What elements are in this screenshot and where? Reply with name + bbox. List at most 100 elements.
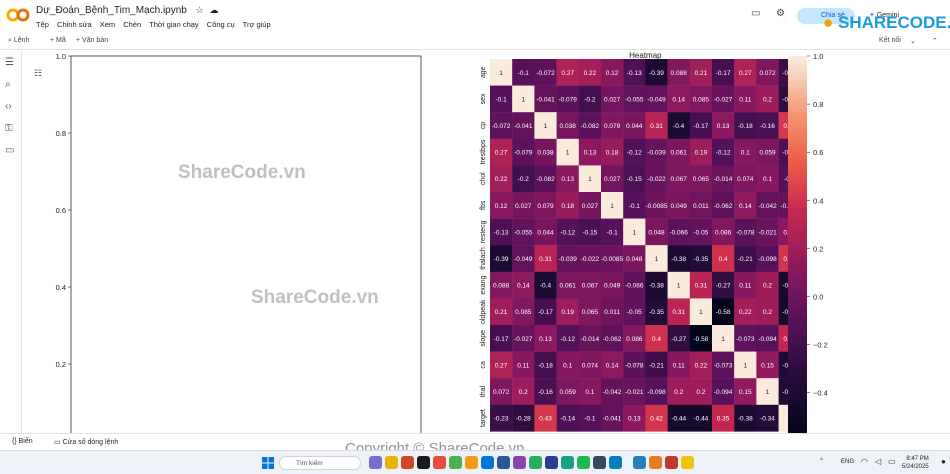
heatmap-cell-label: 0.27 [739,70,752,77]
app-icon-17[interactable] [633,456,646,469]
app-icon-12[interactable] [545,456,558,469]
colorbar-segment [788,109,807,114]
app-icon-11[interactable] [529,456,542,469]
colorbar-segment [788,348,807,353]
menu-item-edit[interactable]: Chỉnh sửa [57,20,92,29]
taskbar-search[interactable]: Tìm kiếm [279,456,361,470]
comment-icon[interactable]: ▭ [751,8,760,19]
heatmap-cell-label: -0.1 [584,416,596,423]
heatmap-cell-label: -0.39 [494,256,509,263]
heatmap-cell-label: 0.13 [561,176,574,183]
colorbar-segment [788,196,807,201]
menu-item-help[interactable]: Trợ giúp [243,20,271,29]
colorbar-segment [788,223,807,228]
app-icon-15[interactable] [593,456,606,469]
language-indicator[interactable]: ENG [841,459,854,465]
task-view-icon[interactable] [369,456,382,469]
chevron-up-icon[interactable]: ⌃ [932,37,938,45]
output-actions-icon[interactable]: ☷ [34,68,42,79]
heatmap-cell-label: -0.049 [514,256,533,263]
volume-icon[interactable]: ◁ [875,457,881,466]
chevron-down-icon[interactable]: ⌄ [910,37,916,45]
table-of-contents-icon[interactable]: ☰ [5,57,14,68]
file-explorer-icon[interactable] [385,456,398,469]
colorbar-segment [788,390,807,395]
heatmap-cell-label: -0.2 [518,176,530,183]
menu-item-insert[interactable]: Chèn [123,20,141,29]
cloud-icon[interactable]: ☁ [210,5,219,15]
chevron-up-tray-icon[interactable]: ^ [820,458,823,464]
heatmap-cell-label: 0.038 [560,123,577,130]
code-snippets-icon[interactable]: ‹› [5,101,12,112]
notebook-title[interactable]: Dự_Đoán_Bệnh_Tim_Mạch.ipynb [36,5,187,16]
files-folder-icon[interactable]: ▭ [5,145,14,156]
heatmap-cell-label: -0.094 [714,389,733,396]
connect-button[interactable]: Kết nối [879,37,901,44]
heatmap-cell-label: 0.15 [761,362,774,369]
heatmap-cell-label: -0.38 [671,256,686,263]
app-icon-19[interactable] [665,456,678,469]
app-icon-6[interactable] [449,456,462,469]
colorbar-segment [788,344,807,350]
app-icon-16[interactable] [609,456,622,469]
heatmap-cell-label: -0.027 [714,96,733,103]
app-icon-20[interactable] [681,456,694,469]
command-palette-button[interactable]: ⌕ Lệnh [8,37,29,45]
menu-bar: Tệp Chỉnh sửa Xem Chèn Thời gian chạy Cô… [36,20,277,29]
heatmap-row-label: thal [480,385,487,397]
app-icon-9[interactable] [497,456,510,469]
heatmap-cell-label: -0.022 [581,256,600,263]
secrets-key-icon[interactable]: ⚿ [5,123,13,134]
heatmap-cell-label: 0.14 [739,203,752,210]
colorbar-segment [788,105,807,110]
menu-item-file[interactable]: Tệp [36,20,49,29]
colorbar-segment [788,192,807,198]
windows-start-icon[interactable] [262,457,274,469]
notification-icon[interactable]: ● [941,457,946,466]
app-icon-10[interactable] [513,456,526,469]
y-tick-label: 0.4 [56,283,66,292]
app-icon-7[interactable] [465,456,478,469]
heatmap-cell-label: 0.22 [584,70,597,77]
add-code-button[interactable]: + Mã [50,37,66,44]
heatmap-cell-label: -0.35 [649,309,664,316]
heatmap-cell-label: 0.11 [739,283,752,290]
add-text-button[interactable]: + Văn bản [76,37,108,44]
terminal-button[interactable]: ▭ Cửa sổ dòng lệnh [54,438,118,446]
left-sidebar: ☰ ⌕ ‹› ⚿ ▭ [0,51,22,433]
colorbar-tick-label: 0.6 [813,148,823,157]
colorbar-segment [788,375,807,380]
app-icon-14[interactable] [577,456,590,469]
app-icon-3[interactable] [401,456,414,469]
heatmap-cell-label: 0.19 [695,150,708,157]
colorbar-segment [788,116,807,122]
star-icon[interactable]: ☆ [196,5,204,15]
app-icon-5[interactable] [433,456,446,469]
heatmap-cell-label: 0.14 [517,283,530,290]
battery-icon[interactable]: ▭ [888,457,896,466]
gear-icon[interactable]: ⚙ [776,8,785,19]
variables-button[interactable]: {} Biến [12,438,33,445]
colorbar-segment [788,128,807,133]
menu-item-tools[interactable]: Công cụ [207,20,235,29]
heatmap-cell-label: -0.17 [693,123,708,130]
app-icon-13[interactable] [561,456,574,469]
colorbar-segment [788,151,807,156]
app-icon-18[interactable] [649,456,662,469]
colorbar-segment [788,417,807,422]
colorbar-segment [788,170,807,175]
clock[interactable]: 8:47 PM 5/24/2025 [902,455,929,471]
heatmap-cell-label: 1 [499,70,503,77]
colorbar-segment [788,284,807,289]
find-icon[interactable]: ⌕ [5,79,11,90]
menu-item-view[interactable]: Xem [100,20,115,29]
menu-item-runtime[interactable]: Thời gian chạy [149,20,199,29]
colorbar-segment [788,211,807,217]
heatmap-cell-label: 0.31 [539,256,552,263]
wifi-icon[interactable]: ◠ [861,457,868,466]
colab-logo-icon[interactable] [6,8,30,22]
app-icon-4[interactable] [417,456,430,469]
edge-icon[interactable] [481,456,494,469]
heatmap-cell-label: -0.12 [560,336,575,343]
heatmap-cell-label: 0.13 [584,150,597,157]
